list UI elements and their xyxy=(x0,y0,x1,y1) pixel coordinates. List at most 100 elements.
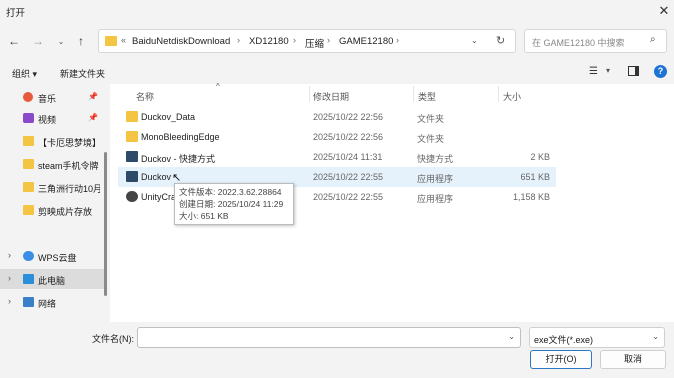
sidebar-item-wps-cloud[interactable]: › WPS云盘 xyxy=(0,246,104,266)
file-date: 2025/10/22 22:55 xyxy=(313,172,384,182)
chevron-right-icon[interactable]: › xyxy=(8,250,11,260)
forward-icon[interactable]: → xyxy=(29,32,47,50)
filename-dropdown-icon[interactable]: ⌄ xyxy=(508,332,515,341)
view-dropdown-icon[interactable]: ▾ xyxy=(606,66,610,75)
file-tooltip: 文件版本: 2022.3.62.28864 创建日期: 2025/10/24 1… xyxy=(174,183,294,225)
breadcrumb-segment[interactable]: GAME12180 xyxy=(339,36,393,47)
search-box[interactable]: 在 GAME12180 中搜索 ⌕ xyxy=(524,29,667,53)
file-type: 文件夹 xyxy=(417,114,445,124)
column-header-name[interactable]: 名称 xyxy=(136,90,154,103)
folder-icon xyxy=(126,111,138,122)
search-placeholder: 在 GAME12180 中搜索 xyxy=(532,38,625,48)
breadcrumb-segment[interactable]: BaiduNetdiskDownload xyxy=(132,36,230,47)
view-options-icon[interactable]: ☰ xyxy=(589,66,598,77)
breadcrumb-separator[interactable]: › xyxy=(396,35,399,45)
preview-pane-icon[interactable] xyxy=(628,66,639,76)
sidebar-item-this-pc[interactable]: › 此电脑 xyxy=(0,269,104,289)
file-date: 2025/10/24 11:31 xyxy=(313,152,383,162)
sidebar-item-label: 【卡厄思梦境】 xyxy=(38,138,100,148)
refresh-icon[interactable]: ↻ xyxy=(496,34,505,47)
file-date: 2025/10/22 22:56 xyxy=(313,112,384,122)
sidebar-scrollbar[interactable] xyxy=(104,152,107,296)
file-type: 文件夹 xyxy=(417,134,445,144)
sidebar-item-folder[interactable]: 剪映成片存放 xyxy=(0,200,104,220)
organize-menu[interactable]: 组织 ▾ xyxy=(12,67,37,80)
new-folder-button[interactable]: 新建文件夹 xyxy=(60,67,105,80)
sidebar-item-videos[interactable]: 视频 📌 xyxy=(0,108,104,128)
column-divider[interactable] xyxy=(413,86,414,102)
file-size: 2 KB xyxy=(530,152,550,162)
sidebar-item-label: 网络 xyxy=(38,299,57,309)
sidebar-item-label: 此电脑 xyxy=(38,276,66,286)
address-overflow[interactable]: « xyxy=(121,35,126,45)
back-icon[interactable]: ← xyxy=(5,32,23,50)
window-title: 打开 xyxy=(6,8,26,19)
sidebar-item-folder[interactable]: steam手机令牌 xyxy=(0,154,104,174)
close-icon[interactable]: ✕ xyxy=(654,1,674,21)
file-row[interactable]: MonoBleedingEdge 2025/10/22 22:56 文件夹 xyxy=(118,127,556,147)
pin-icon: 📌 xyxy=(88,113,98,122)
search-icon[interactable]: ⌕ xyxy=(650,34,656,45)
breadcrumb-segment[interactable]: 压缩 xyxy=(305,36,324,50)
column-divider[interactable] xyxy=(309,86,310,102)
tooltip-created: 创建日期: 2025/10/24 11:29 xyxy=(179,199,284,209)
sidebar-item-folder[interactable]: 【卡厄思梦境】 xyxy=(0,131,104,151)
tooltip-version: 文件版本: 2022.3.62.28864 xyxy=(179,187,282,197)
sidebar-item-label: 剪映成片存放 xyxy=(38,207,93,217)
sidebar-item-label: steam手机令牌 xyxy=(38,161,99,171)
application-icon xyxy=(126,171,138,182)
address-dropdown-icon[interactable]: ⌄ xyxy=(471,36,478,45)
file-type: 应用程序 xyxy=(417,194,454,204)
breadcrumb-separator[interactable]: › xyxy=(237,35,240,45)
address-bar[interactable]: « BaiduNetdiskDownload › XD12180 › 压缩 › … xyxy=(98,29,516,53)
cancel-button[interactable]: 取消 xyxy=(600,350,666,369)
sidebar-item-network[interactable]: › 网络 xyxy=(0,292,104,312)
recent-locations-chevron-icon[interactable]: ⌄ xyxy=(52,33,70,51)
filename-label: 文件名(N): xyxy=(92,334,134,344)
folder-icon xyxy=(23,182,34,192)
network-icon xyxy=(23,297,34,307)
file-name: MonoBleedingEdge xyxy=(141,132,220,142)
column-header-type[interactable]: 类型 xyxy=(418,90,436,103)
folder-icon xyxy=(105,36,117,46)
chevron-down-icon[interactable]: ⌄ xyxy=(652,332,659,341)
cloud-icon xyxy=(23,251,34,261)
file-size: 1,158 KB xyxy=(512,192,550,202)
folder-icon xyxy=(126,131,138,142)
file-date: 2025/10/22 22:55 xyxy=(313,192,384,202)
unity-icon xyxy=(126,191,138,202)
file-row[interactable]: Duckov_Data 2025/10/22 22:56 文件夹 xyxy=(118,107,556,127)
title-bar xyxy=(0,0,674,22)
open-button[interactable]: 打开(O) xyxy=(530,350,592,369)
chevron-right-icon[interactable]: › xyxy=(8,273,11,283)
file-row[interactable]: Duckov - 快捷方式 2025/10/24 11:31 快捷方式 2 KB xyxy=(118,147,556,167)
sidebar-item-folder[interactable]: 三角洲行动10月 xyxy=(0,177,104,197)
column-header-date[interactable]: 修改日期 xyxy=(313,90,349,103)
up-icon[interactable]: ↑ xyxy=(72,32,90,50)
folder-icon xyxy=(23,136,34,146)
music-icon xyxy=(23,92,33,102)
breadcrumb-segment[interactable]: XD12180 xyxy=(249,36,289,47)
shortcut-icon xyxy=(126,151,138,162)
filetype-select[interactable]: exe文件(*.exe) ⌄ xyxy=(529,327,665,348)
column-divider[interactable] xyxy=(498,86,499,102)
breadcrumb-separator[interactable]: › xyxy=(327,35,330,45)
file-size: 651 KB xyxy=(520,172,550,182)
file-name: Duckov - 快捷方式 xyxy=(141,154,216,164)
sort-ascending-icon: ^ xyxy=(216,82,220,91)
folder-icon xyxy=(23,205,34,215)
help-icon[interactable]: ? xyxy=(654,65,667,78)
sidebar-item-label: 三角洲行动10月 xyxy=(38,184,100,194)
file-type: 应用程序 xyxy=(417,174,454,184)
column-header-size[interactable]: 大小 xyxy=(503,90,521,103)
file-date: 2025/10/22 22:56 xyxy=(313,132,384,142)
filetype-value: exe文件(*.exe) xyxy=(534,335,594,345)
video-icon xyxy=(23,113,34,123)
breadcrumb-separator[interactable]: › xyxy=(293,35,296,45)
sidebar-item-music[interactable]: 音乐 📌 xyxy=(0,87,104,107)
file-name: Duckov_Data xyxy=(141,112,196,122)
file-name: Duckov xyxy=(141,172,172,182)
chevron-right-icon[interactable]: › xyxy=(8,296,11,306)
navigation-pane: 音乐 📌 视频 📌 【卡厄思梦境】 steam手机令牌 三角洲行动10月 剪映成… xyxy=(0,84,104,322)
filename-field[interactable]: ⌄ xyxy=(137,327,521,348)
